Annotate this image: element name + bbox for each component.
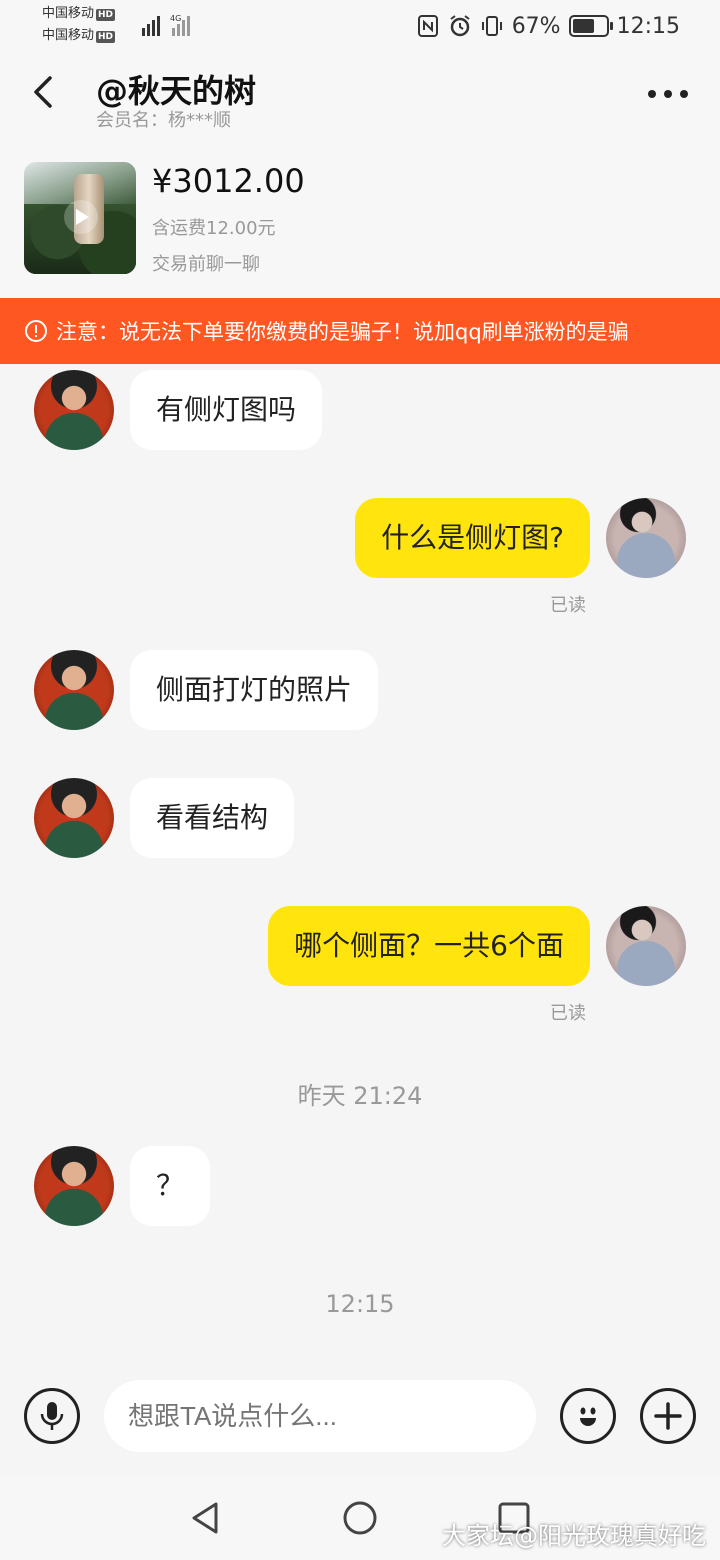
- chat-header: @秋天的树 会员名：杨***顺: [0, 52, 720, 142]
- nfc-icon: [417, 15, 438, 37]
- network-type: 4G: [170, 14, 181, 23]
- plus-icon: [654, 1402, 682, 1430]
- other-avatar[interactable]: [34, 778, 114, 858]
- member-name: 会员名：杨***顺: [96, 110, 231, 131]
- product-price: ¥3012.00: [152, 162, 305, 200]
- message-input[interactable]: [104, 1380, 536, 1452]
- message-bubble-other[interactable]: 看看结构: [130, 778, 295, 858]
- emoji-button[interactable]: [560, 1388, 616, 1444]
- more-options-button[interactable]: [646, 82, 690, 106]
- nav-home-icon[interactable]: [340, 1498, 380, 1538]
- read-status: 已读: [550, 595, 586, 616]
- vibrate-icon: [481, 16, 502, 36]
- message-bubble-me[interactable]: 哪个侧面？一共6个面: [268, 906, 590, 986]
- alarm-icon: [450, 15, 470, 37]
- carrier-1: 中国移动 HD: [42, 6, 116, 22]
- clock: 12:15: [616, 13, 680, 39]
- other-avatar[interactable]: [34, 1146, 114, 1226]
- battery-level: [572, 19, 595, 33]
- carrier-2-label: 中国移动: [42, 28, 95, 43]
- battery-percent: 67%: [511, 13, 561, 39]
- shipping-fee: 含运费12.00元: [152, 218, 276, 239]
- signal-icon: 4G: [142, 14, 190, 36]
- microphone-icon: [40, 1402, 64, 1430]
- read-status: 已读: [550, 1003, 586, 1024]
- input-bar: [0, 1372, 720, 1476]
- hd-badge: HD: [96, 9, 116, 21]
- my-avatar[interactable]: [606, 906, 686, 986]
- back-button[interactable]: [22, 70, 66, 114]
- product-card[interactable]: ¥3012.00 含运费12.00元 交易前聊一聊: [0, 142, 720, 298]
- status-bar: 中国移动 HD 中国移动 HD 4G 67% 12:15: [0, 0, 720, 52]
- message-bubble-other[interactable]: ？: [130, 1146, 211, 1226]
- product-thumbnail[interactable]: [24, 162, 136, 274]
- my-avatar[interactable]: [606, 498, 686, 578]
- chat-timestamp: 12:15: [325, 1290, 395, 1318]
- add-button[interactable]: [640, 1388, 696, 1444]
- other-avatar[interactable]: [34, 370, 114, 450]
- chat-timestamp: 昨天 21:24: [297, 1082, 423, 1110]
- carrier-1-label: 中国移动: [42, 6, 95, 21]
- battery-icon: [568, 15, 613, 37]
- play-icon: [64, 200, 98, 234]
- watermark: 大家坛@阳光玫瑰真好吃: [442, 1522, 706, 1550]
- warning-text: 注意：说无法下单要你缴费的是骗子！说加qq刷单涨粉的是骗: [56, 320, 629, 344]
- emoji-icon: [580, 1407, 596, 1426]
- warning-icon: [25, 320, 47, 342]
- system-nav-bar: 大家坛@阳光玫瑰真好吃: [0, 1476, 720, 1560]
- voice-button[interactable]: [24, 1388, 80, 1444]
- message-bubble-me[interactable]: 什么是侧灯图?: [355, 498, 590, 578]
- hd-badge: HD: [96, 31, 116, 43]
- status-right: 67% 12:15: [416, 12, 680, 40]
- pre-chat-label: 交易前聊一聊: [152, 254, 260, 275]
- message-bubble-other[interactable]: 侧面打灯的照片: [130, 650, 379, 730]
- other-avatar[interactable]: [34, 650, 114, 730]
- nav-back-icon[interactable]: [186, 1498, 226, 1538]
- carrier-2: 中国移动 HD: [42, 28, 116, 44]
- message-bubble-other[interactable]: 有侧灯图吗: [130, 370, 323, 450]
- scam-warning-bar: 注意：说无法下单要你缴费的是骗子！说加qq刷单涨粉的是骗: [0, 298, 720, 364]
